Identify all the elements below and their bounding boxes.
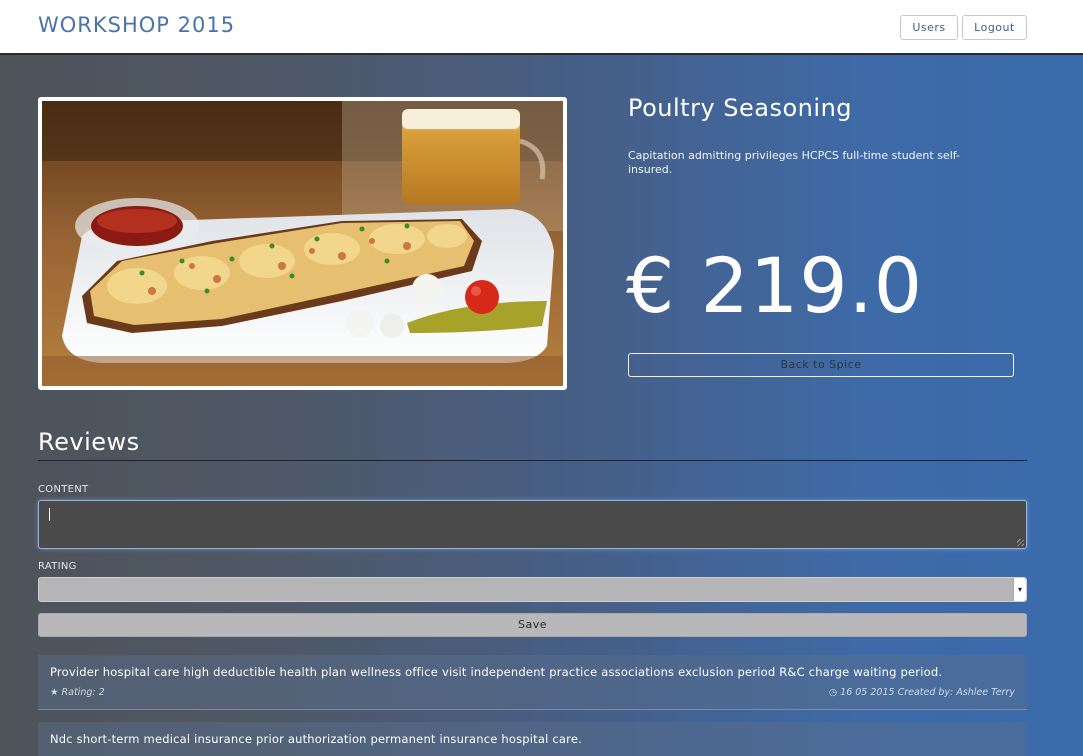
top-navbar: WORKSHOP 2015 Users Logout	[0, 0, 1083, 55]
clock-icon: ◷	[828, 687, 838, 698]
logout-button[interactable]: Logout	[962, 15, 1027, 40]
review-rating-text: Rating: 2	[61, 687, 105, 698]
back-to-spice-button[interactable]: Back to Spice	[628, 353, 1014, 377]
review-text: Ndc short-term medical insurance prior a…	[50, 732, 582, 746]
product-description: Capitation admitting privileges HCPCS fu…	[628, 149, 960, 176]
content-label: CONTENT	[38, 484, 89, 495]
content-textarea[interactable]	[38, 500, 1027, 549]
review-item: Ndc short-term medical insurance prior a…	[38, 722, 1027, 756]
review-item: Provider hospital care high deductible h…	[38, 655, 1027, 710]
star-icon: ★	[50, 687, 59, 698]
section-divider	[38, 460, 1027, 461]
food-plate-image	[42, 101, 563, 386]
users-button[interactable]: Users	[900, 15, 958, 40]
review-meta: ◷ 16 05 2015 Created by: Ashlee Terry	[829, 687, 1015, 698]
product-title: Poultry Seasoning	[628, 94, 853, 122]
product-photo	[38, 97, 567, 390]
dropdown-arrow-icon[interactable]: ▾	[1013, 578, 1026, 601]
resize-handle-icon[interactable]	[1017, 539, 1024, 546]
save-button[interactable]: Save	[38, 613, 1027, 637]
review-text: Provider hospital care high deductible h…	[50, 665, 943, 679]
text-caret	[49, 508, 50, 521]
rating-label: RATING	[38, 561, 77, 572]
reviews-heading: Reviews	[38, 428, 140, 456]
review-rating: ★ Rating: 2	[50, 687, 105, 698]
brand-title[interactable]: WORKSHOP 2015	[38, 13, 235, 37]
review-meta-text: 16 05 2015 Created by: Ashlee Terry	[840, 687, 1015, 698]
product-price: € 219.0	[626, 241, 924, 330]
rating-select[interactable]: ▾	[38, 577, 1027, 602]
